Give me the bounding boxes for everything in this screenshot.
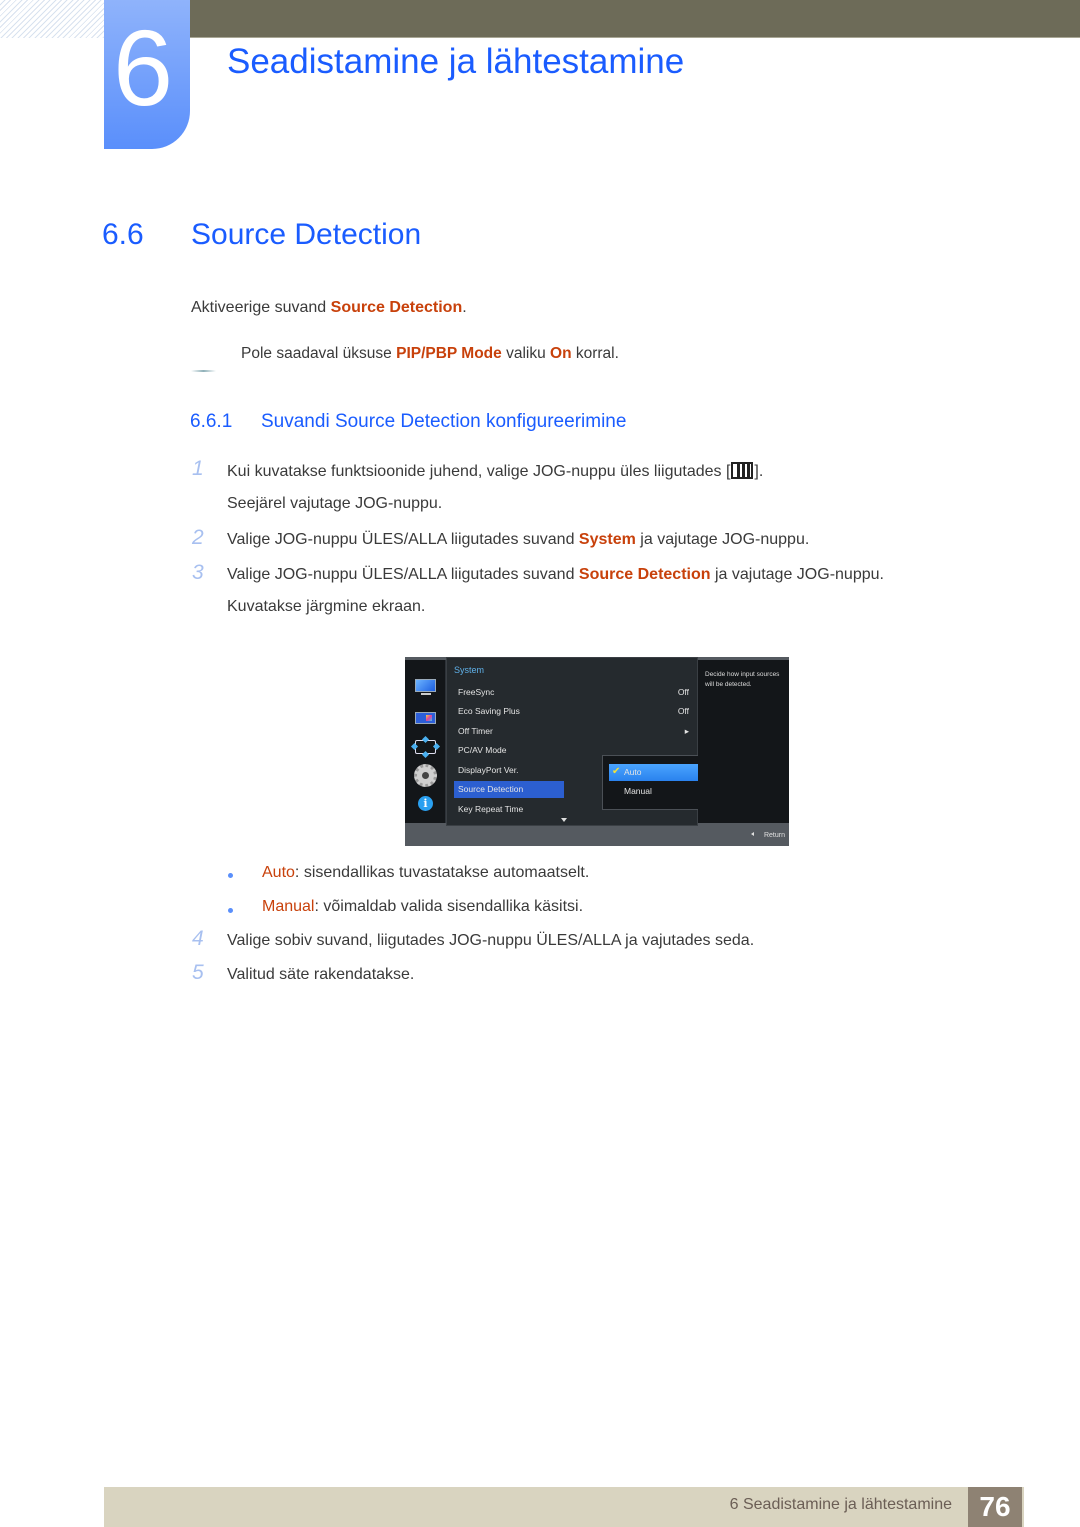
osd-sidebar: i [405,660,446,823]
osd-help-panel: Decide how input sources will be detecte… [698,660,789,823]
bullet-icon [228,908,233,913]
osd-item-eco-saving-plus[interactable]: Eco Saving Plus Off [454,703,694,720]
step-number: 4 [192,927,204,950]
bullet-icon [228,873,233,878]
menu-icon [731,462,754,479]
monitor-icon [415,679,436,695]
step-number: 2 [192,526,204,549]
step-1-line2: Seejärel vajutage JOG-nuppu. [227,495,443,512]
section-title: Source Detection [191,218,422,251]
note-highlight-pip: PIP/PBP Mode [396,345,502,362]
osd-menu-screenshot: i System FreeSync Off Eco Saving Plus Off … [405,657,789,846]
osd-bottom-bar: Return [405,826,789,846]
step-3-line2: Kuvatakse järgmine ekraan. [227,598,426,615]
note-highlight-on: On [550,345,572,362]
osd-help-text: Decide how input sources will be detecte… [705,671,780,688]
osd-item-off-timer[interactable]: Off Timer ▸ [454,723,694,740]
step-3-text: Valige JOG-nuppu ÜLES/ALLA liigutades su… [227,566,884,583]
section-number: 6.6 [102,218,144,251]
bullet-manual: Manual: võimaldab valida sisendallika kä… [262,898,584,915]
intro-highlight: Source Detection [330,299,463,316]
note-icon [191,370,216,372]
return-arrow-icon [750,832,754,836]
picture-icon [415,712,436,724]
page-number: 76 [968,1487,1022,1527]
chapter-title: Seadistamine ja lähtestamine [227,42,685,81]
step-4-text: Valige sobiv suvand, liigutades JOG-nupp… [227,932,755,949]
step-2-highlight: System [578,531,636,548]
footer-chapter-title: 6 Seadistamine ja lähtestamine [729,1496,952,1513]
scroll-down-icon [561,818,567,822]
step-number: 3 [192,561,204,584]
header-hatch-decoration [0,0,104,38]
checkmark-icon: ✔ [612,766,621,777]
chapter-tab: 6 [104,0,190,149]
step-number: 1 [192,457,204,480]
info-icon: i [418,796,433,811]
bullet-auto: Auto: sisendallikas tuvastatakse automaa… [262,864,590,881]
osd-main-panel: System FreeSync Off Eco Saving Plus Off Of… [446,657,733,826]
chevron-right-icon: ▸ [684,726,689,736]
subsection-heading: 6.6.1 Suvandi Source Detection konfiguree… [190,411,626,433]
step-3-highlight: Source Detection [578,566,711,583]
subsection-title: Suvandi Source Detection konfigureerimin… [261,411,627,432]
osd-item-source-detection[interactable]: Source Detection [454,781,564,798]
osd-title: System [454,665,485,675]
header-bar [190,0,1080,38]
size-position-icon [410,735,441,759]
osd-item-freesync[interactable]: FreeSync Off [454,684,694,701]
section-heading: 6.6 Source Detection [102,218,421,252]
chapter-number: 6 [112,7,174,128]
osd-return-button[interactable]: Return [750,832,785,839]
page-footer: 6 Seadistamine ja lähtestamine 76 [104,1487,1024,1527]
gear-icon [414,764,437,787]
step-5-text: Valitud säte rakendatakse. [227,966,415,983]
step-number: 5 [192,961,204,984]
subsection-number: 6.6.1 [190,411,233,432]
note-paragraph: Pole saadaval üksuse PIP/PBP Mode valiku… [241,345,619,362]
step-2-text: Valige JOG-nuppu ÜLES/ALLA liigutades su… [227,531,810,548]
intro-paragraph: Aktiveerige suvand Source Detection. [191,299,467,316]
step-1-text: Kui kuvatakse funktsioonide juhend, vali… [227,462,764,480]
